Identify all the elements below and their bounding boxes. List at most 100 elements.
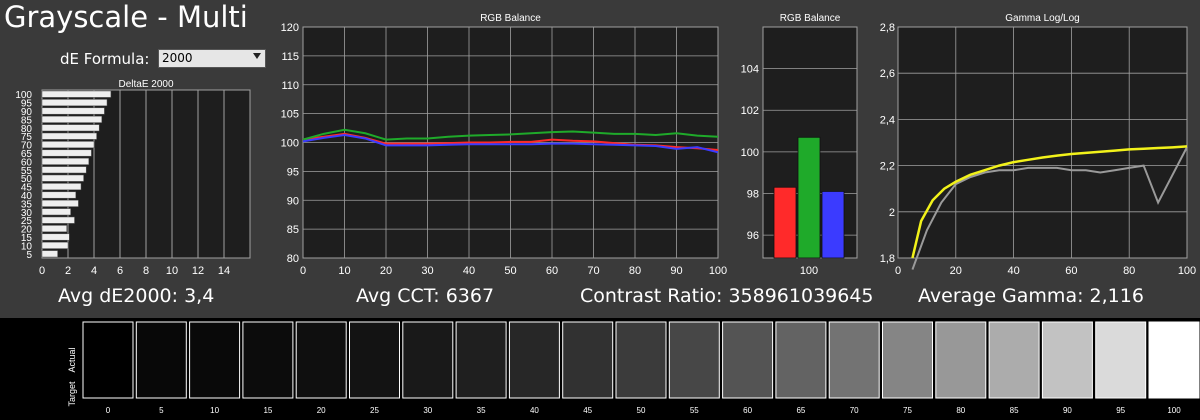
rgb-bar-x-tick: 100 [800, 265, 818, 277]
deltae-bar [41, 90, 112, 98]
patch-level-label: 60 [743, 406, 752, 415]
gray-patch [722, 321, 774, 399]
rgb-line-y-tick: 105 [281, 109, 299, 121]
rgb-bar-y-tick: 98 [747, 188, 759, 200]
deltae-x-tick: 14 [218, 265, 230, 277]
patch-level-label: 10 [210, 406, 219, 415]
deltae-x-tick: 4 [91, 265, 97, 277]
patch-level-label: 75 [903, 406, 912, 415]
gray-patch [189, 321, 241, 399]
deltae-bar [41, 149, 92, 157]
patch-level-label: 95 [1116, 406, 1125, 415]
gamma-y-tick: 2,4 [880, 114, 895, 126]
rgb-line-x-tick: 70 [587, 265, 599, 277]
patch-canvas: Actual Target 0 5 10 15 20 25 30 35 40 45 50 55 60 65 70… [67, 321, 1200, 415]
patch-level-label: 5 [159, 406, 164, 415]
gamma-x-tick: 80 [1123, 265, 1135, 277]
avg-cct-stat: Avg CCT: 6367 [356, 285, 495, 307]
gray-patch [295, 321, 347, 399]
deltae-bar [41, 233, 70, 241]
gray-patch [935, 321, 987, 399]
deltae-bar [41, 157, 90, 165]
rgb-line-x-tick: 90 [670, 265, 682, 277]
deltae-bar [41, 199, 79, 207]
rgb-bar-green [797, 136, 821, 259]
deltae-bar [41, 191, 77, 199]
rgb-line-y-tick: 110 [281, 80, 299, 92]
gray-patch [455, 321, 507, 399]
deltae-x-tick: 8 [143, 265, 149, 277]
gray-patch [828, 321, 880, 399]
gray-patch [508, 321, 560, 399]
gray-patch [882, 321, 933, 399]
patch-level-label: 70 [850, 406, 859, 415]
patch-level-label: 0 [106, 406, 111, 415]
gray-patch [402, 321, 454, 399]
gamma-y-tick: 2,2 [880, 161, 895, 173]
gray-patch [1148, 321, 1200, 399]
rgb-line-x-tick: 80 [629, 265, 641, 277]
deltae-bar [41, 241, 69, 249]
rgb-line-x-tick: 100 [709, 265, 727, 277]
gray-patch [242, 321, 294, 399]
rgb-line-x-tick: 20 [380, 265, 392, 277]
rgb-line-x-tick: 30 [421, 265, 433, 277]
rgb-line-x-tick: 10 [338, 265, 350, 277]
rgb-line-y-tick: 115 [281, 51, 299, 63]
deltae-bar [41, 250, 58, 258]
deltae-bar [41, 107, 105, 115]
gamma-plot-area [897, 26, 1188, 259]
gamma-x-tick: 100 [1178, 265, 1196, 277]
rgb-bar-red [773, 186, 797, 259]
rgb-line-y-tick: 80 [287, 253, 299, 265]
rgb-line-y-tick: 85 [287, 224, 299, 236]
deltae-bar [41, 132, 97, 140]
patch-level-label: 65 [796, 406, 805, 415]
gray-patch [988, 321, 1040, 399]
deltae-x-tick: 0 [39, 265, 45, 277]
deltae-bar [41, 99, 108, 107]
deltae-bar [41, 115, 103, 123]
deltae-bar [41, 225, 67, 233]
deltae-bar [41, 216, 75, 224]
deltae-bar [41, 183, 82, 191]
patch-level-label: 40 [530, 406, 539, 415]
rgb-line-x-tick: 0 [300, 265, 306, 277]
deltae-bar [41, 124, 100, 132]
patch-level-label: 55 [690, 406, 699, 415]
gray-patch [1095, 321, 1147, 399]
charts-canvas: DeltaE 20000 2 4 6 8 10 12 14510152025303540455… [15, 13, 1196, 277]
deltae-bar [41, 166, 87, 174]
gamma-x-tick: 0 [895, 265, 901, 277]
patch-level-label: 50 [637, 406, 646, 415]
rgb-line-y-tick: 100 [281, 138, 299, 150]
deltae-x-tick: 10 [166, 265, 178, 277]
rgb-line-y-tick: 90 [287, 195, 299, 207]
avg-gamma-stat: Average Gamma: 2,116 [918, 285, 1144, 307]
gamma-y-tick: 2,6 [880, 68, 895, 80]
rgb-bar-y-tick: 102 [741, 105, 759, 117]
rgb-bar-y-tick: 104 [741, 64, 759, 76]
patch-level-label: 100 [1167, 406, 1181, 415]
patch-level-label: 80 [956, 406, 965, 415]
gray-patch [668, 321, 720, 399]
gray-patch [775, 321, 827, 399]
patch-level-label: 90 [1063, 406, 1072, 415]
patch-level-label: 35 [477, 406, 486, 415]
deltae-bar [41, 141, 95, 149]
rgb-line-title: RGB Balance [480, 13, 541, 24]
gamma-y-tick: 2 [889, 207, 895, 219]
rgb-bar-y-tick: 100 [741, 147, 759, 159]
patch-level-label: 30 [423, 406, 432, 415]
gray-patch [82, 321, 134, 399]
gamma-y-tick: 2,8 [880, 22, 895, 34]
rgb-line-x-tick: 60 [546, 265, 558, 277]
rgb-line-y-tick: 120 [281, 22, 299, 34]
deltae-title: DeltaE 2000 [118, 79, 173, 90]
gamma-x-tick: 40 [1007, 265, 1019, 277]
gray-patch [135, 321, 187, 399]
actual-label: Actual [67, 347, 77, 372]
patch-level-label: 15 [263, 406, 272, 415]
gray-patch [562, 321, 614, 399]
patch-level-label: 85 [1010, 406, 1019, 415]
